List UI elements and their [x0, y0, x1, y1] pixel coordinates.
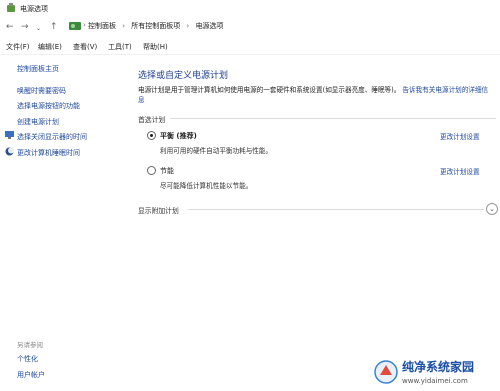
breadcrumb-item[interactable]: 控制面板 [88, 22, 116, 30]
plan-power-saver-description: 尽可能降低计算机性能以节能。 [160, 182, 253, 190]
expand-chevron-icon[interactable]: ⌄ [486, 203, 498, 215]
monitor-icon [5, 131, 14, 139]
sidebar-item-personalization[interactable]: 个性化 [17, 354, 38, 364]
control-panel-icon [69, 22, 81, 30]
preferred-plans-heading: 首选计划 [138, 116, 166, 124]
menu-help[interactable]: 帮助(H) [143, 42, 168, 52]
menu-edit[interactable]: 编辑(E) [38, 42, 62, 52]
breadcrumb: 控制面板 › 所有控制面板项 › 电源选项 [88, 21, 228, 31]
recent-pages-chevron-icon[interactable]: ⌄ [36, 24, 41, 34]
breadcrumb-separator-icon: › [83, 21, 86, 29]
breadcrumb-separator-icon: › [122, 22, 126, 30]
watermark-logo: 纯净系统家园 www.yidaimei.com [374, 359, 474, 385]
sidebar-item-user-accounts[interactable]: 用户帐户 [17, 370, 45, 380]
window-title: 电源选项 [20, 5, 48, 13]
plan-power-saver-name[interactable]: 节能 [160, 166, 174, 176]
section-divider [170, 118, 496, 119]
power-options-icon [7, 3, 15, 12]
sidebar-item-wake-password[interactable]: 唤醒时需要密码 [17, 86, 66, 96]
breadcrumb-item[interactable]: 电源选项 [196, 22, 224, 30]
menu-tools[interactable]: 工具(T) [108, 42, 132, 52]
plan-balanced-name[interactable]: 平衡 (推荐) [160, 131, 197, 141]
breadcrumb-item[interactable]: 所有控制面板项 [131, 22, 180, 30]
plan-balanced-radio[interactable] [147, 131, 156, 140]
sidebar-item-control-panel-home[interactable]: 控制面板主页 [17, 64, 59, 74]
intro-text: 电源计划是用于管理计算机如何使用电源的一套硬件和系统设置(如显示器亮度、睡眠等)… [138, 86, 401, 94]
svg-text:纯净系统家园: 纯净系统家园 [402, 359, 474, 374]
forward-arrow-icon[interactable]: → [21, 22, 29, 32]
plan-balanced-description: 利用可用的硬件自动平衡功耗与性能。 [160, 147, 273, 155]
title-bar: 电源选项 [0, 0, 500, 17]
menu-bar: 文件(F) 编辑(E) 查看(V) 工具(T) 帮助(H) [0, 40, 500, 55]
sidebar-item-sleep-time[interactable]: 更改计算机睡眠时间 [17, 148, 80, 158]
page-title: 选择或自定义电源计划 [138, 71, 229, 81]
back-arrow-icon[interactable]: ← [6, 22, 14, 32]
additional-plans-divider [188, 209, 484, 210]
menu-view[interactable]: 查看(V) [73, 42, 97, 52]
plan-balanced-change-link[interactable]: 更改计划设置 [440, 131, 480, 141]
plan-power-saver-change-link[interactable]: 更改计划设置 [440, 166, 480, 176]
sidebar-item-display-off-time[interactable]: 选择关闭显示器的时间 [17, 132, 87, 142]
sidebar-item-power-buttons[interactable]: 选择电源按钮的功能 [17, 101, 80, 111]
sidebar-item-create-plan[interactable]: 创建电源计划 [17, 117, 59, 127]
svg-text:www.yidaimei.com: www.yidaimei.com [402, 377, 468, 385]
breadcrumb-separator-icon: › [186, 22, 190, 30]
intro-paragraph: 电源计划是用于管理计算机如何使用电源的一套硬件和系统设置(如显示器亮度、睡眠等)… [138, 85, 493, 105]
sleep-moon-icon [5, 147, 14, 156]
plan-power-saver-radio[interactable] [147, 166, 156, 175]
up-arrow-icon[interactable]: ↑ [50, 22, 58, 32]
see-also-title: 另请参阅 [17, 341, 43, 349]
menu-file[interactable]: 文件(F) [6, 42, 30, 52]
show-additional-plans-label[interactable]: 显示附加计划 [138, 205, 179, 215]
